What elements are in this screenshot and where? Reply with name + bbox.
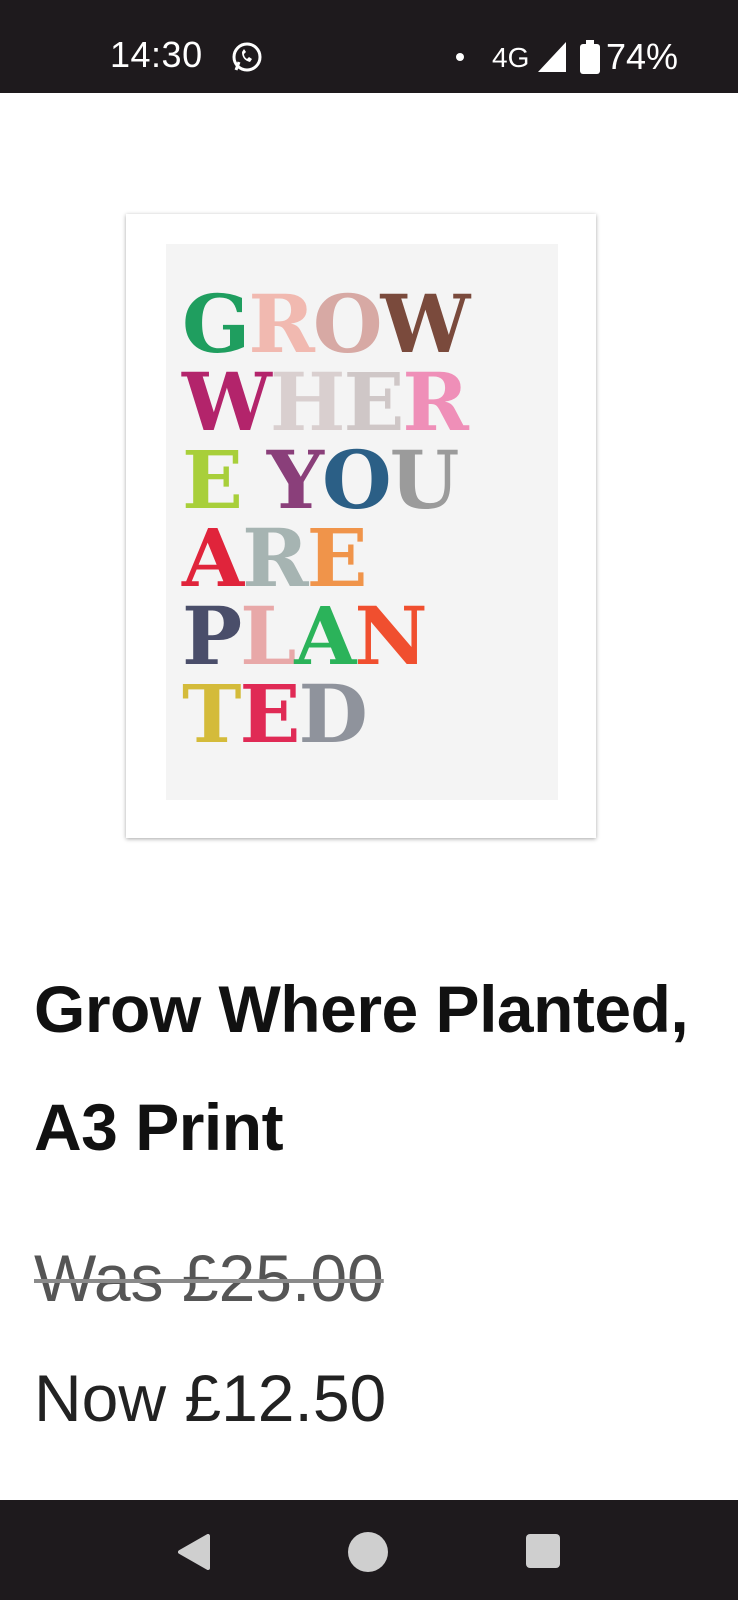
back-icon[interactable]	[178, 1534, 212, 1570]
poster-text-line: WHER	[166, 362, 574, 442]
navigation-bar	[0, 1500, 738, 1600]
battery-icon	[580, 40, 600, 74]
poster-artwork: GROW WHER E YOU ARE PLAN TED	[166, 244, 558, 800]
network-type: 4G	[492, 42, 530, 73]
product-title: Grow Where Planted, A3 Print	[34, 972, 689, 1164]
signal-icon	[538, 42, 566, 72]
product-image[interactable]: GROW WHER E YOU ARE PLAN TED	[126, 214, 596, 838]
poster-text-line: TED	[166, 674, 574, 754]
poster-text-line: ARE	[166, 518, 574, 598]
poster-text-line: GROW	[166, 284, 574, 364]
poster-letter: T	[182, 667, 242, 761]
poster-text-line: E YOU	[166, 440, 574, 520]
poster-text-line: PLAN	[166, 596, 574, 676]
whatsapp-icon	[232, 42, 262, 72]
home-icon[interactable]	[348, 1532, 388, 1572]
status-bar: 14:30 4G 74%	[0, 0, 738, 93]
now-price: Now £12.50	[34, 1361, 387, 1435]
notification-dot-icon	[456, 53, 464, 61]
recents-icon[interactable]	[526, 1534, 560, 1568]
battery-percent: 74%	[606, 36, 679, 77]
poster-letter: D	[298, 667, 368, 761]
was-price: Was £25.00	[34, 1241, 384, 1315]
poster-letter: E	[239, 667, 301, 761]
poster-letter: U	[389, 433, 460, 527]
status-time: 14:30	[110, 34, 203, 75]
